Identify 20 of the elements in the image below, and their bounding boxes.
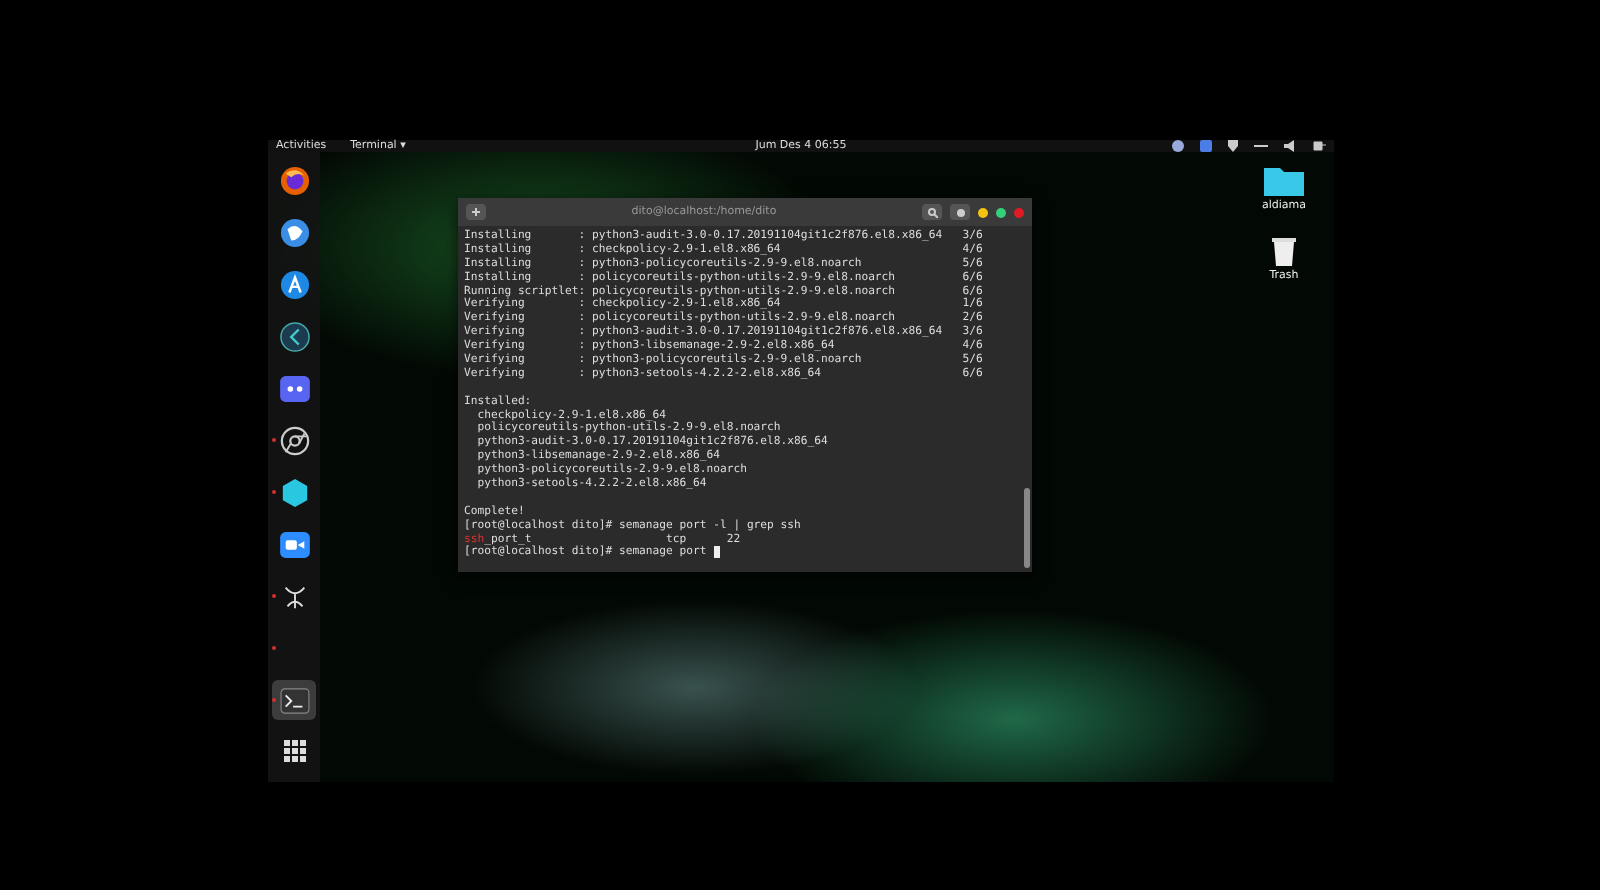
trash-icon[interactable]	[1271, 236, 1296, 266]
fox-browser-icon	[279, 165, 309, 195]
folder-icon[interactable]	[1263, 164, 1304, 196]
tray-circle-icon[interactable]	[1172, 140, 1184, 152]
chat-app-icon	[279, 375, 309, 401]
app-store-icon	[279, 269, 309, 299]
code-editor-icon	[279, 321, 309, 351]
maximize-button[interactable]	[996, 207, 1006, 217]
new-tab-button[interactable]	[466, 204, 486, 220]
scrollbar-thumb[interactable]	[1024, 488, 1030, 568]
wheel-icon	[279, 425, 309, 455]
hexagon-icon	[279, 477, 309, 507]
tray-shield-icon[interactable]	[1228, 140, 1238, 152]
minimize-button[interactable]	[978, 207, 988, 217]
search-button[interactable]	[922, 204, 942, 220]
app-grid-icon[interactable]	[283, 740, 305, 762]
settings-button[interactable]	[950, 204, 970, 220]
video-camera-icon	[279, 531, 309, 557]
terminal-icon	[279, 687, 309, 713]
network-icon[interactable]	[1254, 142, 1268, 150]
